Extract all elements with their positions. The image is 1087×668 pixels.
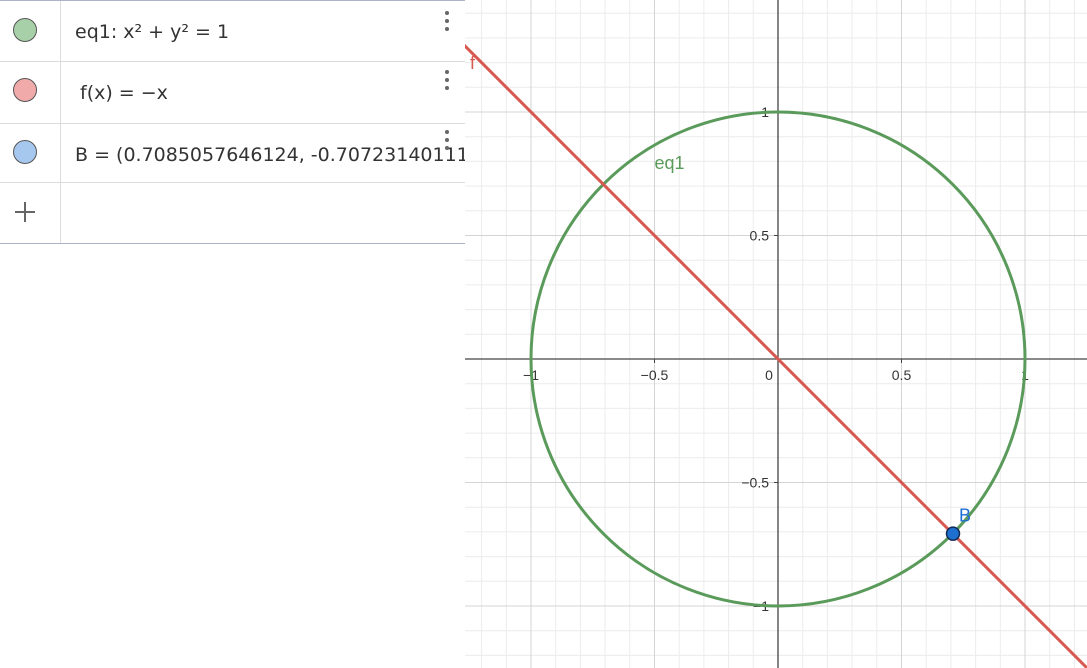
algebra-row-B[interactable]: B = (0.7085057646124, -0.7072314011165 (0, 124, 465, 183)
visibility-toggle-B[interactable] (13, 140, 37, 164)
x-tick-label: 0.5 (892, 367, 912, 383)
y-tick-label: −0.5 (741, 475, 769, 491)
visibility-toggle-eq1[interactable] (13, 18, 37, 42)
x-tick-label: −0.5 (641, 367, 669, 383)
point-B (945, 526, 961, 541)
marble-cell (0, 62, 61, 123)
more-vertical-icon[interactable] (437, 68, 457, 92)
visibility-toggle-f[interactable] (13, 78, 37, 102)
algebra-expression-eq1[interactable]: eq1: x² + y² = 1 (75, 21, 229, 43)
algebra-expression-B[interactable]: B = (0.7085057646124, -0.7072314011165 (75, 144, 465, 166)
graphics-view[interactable]: −1 −0.5 0 0.5 1 1 0.5 −0.5 −1 eq1 f B (465, 0, 1087, 668)
marble-cell (0, 124, 61, 182)
minor-grid (465, 0, 1087, 668)
label-eq1: eq1 (655, 153, 685, 173)
line-f (465, 43, 1087, 668)
more-vertical-icon[interactable] (437, 128, 457, 152)
algebra-view: eq1: x² + y² = 1 f(x) = −x B = (0.708505… (0, 0, 465, 668)
marble-cell (0, 1, 61, 61)
marble-cell (0, 183, 61, 243)
algebra-expression-f[interactable]: f(x) = −x (80, 82, 168, 104)
plus-icon[interactable] (15, 202, 35, 222)
algebra-input-row[interactable] (0, 183, 465, 244)
algebra-row-f[interactable]: f(x) = −x (0, 62, 465, 124)
graphics-canvas[interactable]: −1 −0.5 0 0.5 110.5−0.5−1 eq1fB (465, 0, 1087, 668)
y-tick-label: 0.5 (750, 228, 770, 244)
more-vertical-icon[interactable] (437, 9, 457, 33)
algebra-row-eq1[interactable]: eq1: x² + y² = 1 (0, 0, 465, 62)
x-tick-label: 0 (765, 367, 773, 383)
geometry-objects: eq1fB (465, 43, 1087, 668)
label-B: B (959, 506, 971, 526)
